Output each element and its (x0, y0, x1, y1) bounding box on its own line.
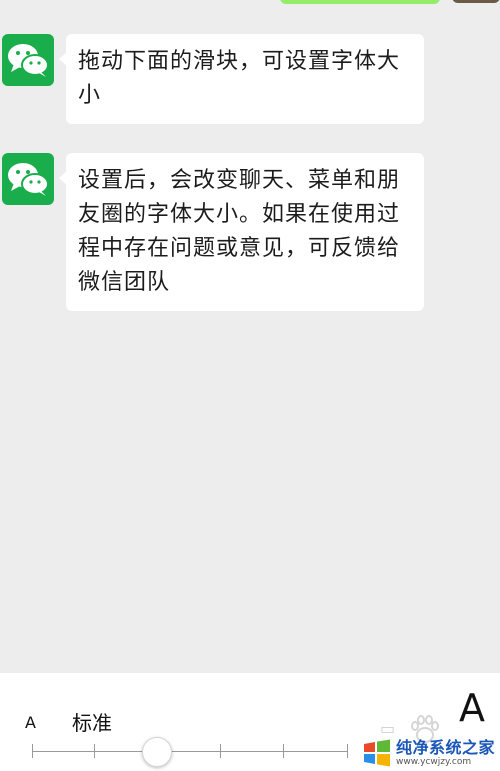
slider-tick[interactable] (94, 744, 95, 758)
watermark-title: 纯净系统之家 (396, 737, 496, 757)
previous-message-bubble (280, 0, 440, 4)
previous-message-avatar (452, 0, 500, 3)
current-size-label: 标准 (72, 711, 112, 735)
windows-logo-icon (364, 739, 390, 767)
large-font-label: A (459, 686, 485, 730)
font-size-slider-handle[interactable] (142, 737, 172, 767)
faint-decor-icon: ▭ (380, 719, 396, 738)
wechat-logo-icon[interactable] (2, 153, 54, 205)
chat-message: 设置后，会改变聊天、菜单和朋友圈的字体大小。如果在使用过程中存在问题或意见，可反… (2, 153, 424, 311)
slider-tick[interactable] (283, 744, 284, 758)
site-watermark: 纯净系统之家 www.ycwjzy.com (362, 738, 495, 768)
small-font-label: A (25, 713, 36, 732)
message-bubble[interactable]: 设置后，会改变聊天、菜单和朋友圈的字体大小。如果在使用过程中存在问题或意见，可反… (59, 153, 424, 311)
slider-tick[interactable] (347, 744, 348, 758)
chat-message: 拖动下面的滑块，可设置字体大小 (2, 34, 424, 124)
font-size-slider-track[interactable] (32, 751, 348, 752)
slider-tick[interactable] (220, 744, 221, 758)
wechat-logo-icon[interactable] (2, 34, 54, 86)
slider-tick[interactable] (32, 744, 33, 758)
message-bubble[interactable]: 拖动下面的滑块，可设置字体大小 (59, 34, 424, 124)
watermark-url: www.ycwjzy.com (396, 756, 472, 767)
